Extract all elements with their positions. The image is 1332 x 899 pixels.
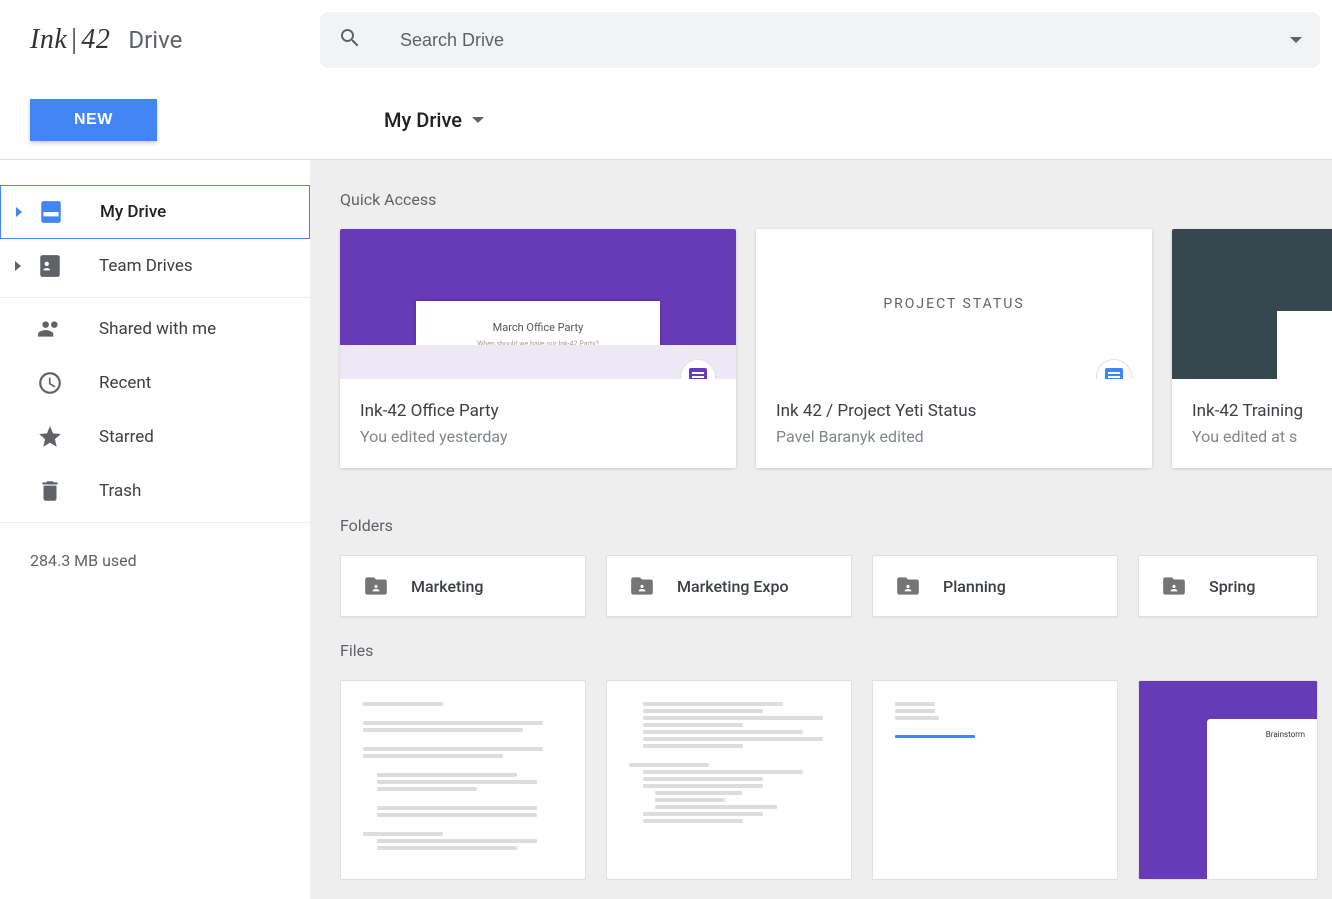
files-title: Files bbox=[340, 641, 1332, 660]
card-subtitle: You edited yesterday bbox=[360, 427, 716, 446]
new-button[interactable]: NEW bbox=[30, 99, 157, 141]
shared-icon bbox=[35, 314, 65, 344]
shared-folder-icon bbox=[895, 573, 921, 599]
star-icon bbox=[35, 422, 65, 452]
folder-label: Planning bbox=[943, 577, 1006, 596]
shared-folder-icon bbox=[629, 573, 655, 599]
expand-arrow-icon bbox=[15, 261, 21, 271]
chevron-down-icon bbox=[472, 117, 484, 123]
quick-access-card[interactable]: Ink-42 Training You edited at s bbox=[1172, 229, 1332, 468]
trash-icon bbox=[35, 476, 65, 506]
file-thumbnail: March Office Party When should we have o… bbox=[340, 229, 736, 379]
sidebar-item-label: Trash bbox=[99, 481, 141, 501]
file-card[interactable] bbox=[606, 680, 852, 880]
file-card[interactable] bbox=[872, 680, 1118, 880]
quick-access-title: Quick Access bbox=[340, 190, 1332, 209]
search-bar[interactable] bbox=[320, 12, 1320, 68]
content-area: Quick Access March Office Party When sho… bbox=[310, 160, 1332, 899]
sidebar-item-team-drives[interactable]: Team Drives bbox=[0, 239, 310, 293]
sidebar-item-shared[interactable]: Shared with me bbox=[0, 302, 310, 356]
sidebar-item-trash[interactable]: Trash bbox=[0, 464, 310, 518]
shared-folder-icon bbox=[363, 573, 389, 599]
sidebar-item-label: Team Drives bbox=[99, 256, 193, 276]
folder-card[interactable]: Marketing Expo bbox=[606, 555, 852, 617]
sidebar-item-recent[interactable]: Recent bbox=[0, 356, 310, 410]
toolbar: NEW My Drive bbox=[0, 80, 1332, 160]
sidebar-item-label: Shared with me bbox=[99, 319, 216, 339]
sidebar-item-starred[interactable]: Starred bbox=[0, 410, 310, 464]
file-thumbnail: PROJECT STATUS bbox=[756, 229, 1152, 379]
app-name: Drive bbox=[128, 26, 182, 54]
folder-label: Marketing bbox=[411, 577, 483, 596]
folder-label: Marketing Expo bbox=[677, 577, 789, 596]
drive-icon bbox=[36, 197, 66, 227]
card-title: Ink-42 Office Party bbox=[360, 401, 716, 421]
sidebar-item-label: Starred bbox=[99, 427, 154, 447]
breadcrumb-dropdown[interactable]: My Drive bbox=[310, 108, 484, 132]
folder-card[interactable]: Marketing bbox=[340, 555, 586, 617]
logo-area: Ink|42 Drive bbox=[30, 24, 320, 56]
quick-access-card[interactable]: PROJECT STATUS Ink 42 / Project Yeti Sta… bbox=[756, 229, 1152, 468]
expand-arrow-icon bbox=[16, 207, 22, 217]
quick-access-card[interactable]: March Office Party When should we have o… bbox=[340, 229, 736, 468]
card-subtitle: Pavel Baranyk edited bbox=[776, 427, 1132, 446]
app-header: Ink|42 Drive bbox=[0, 0, 1332, 80]
search-icon bbox=[338, 26, 362, 54]
folders-title: Folders bbox=[340, 516, 1332, 535]
team-drives-icon bbox=[35, 251, 65, 281]
storage-usage: 284.3 MB used bbox=[0, 527, 310, 594]
folder-label: Spring bbox=[1209, 577, 1255, 596]
shared-folder-icon bbox=[1161, 573, 1187, 599]
file-card[interactable] bbox=[340, 680, 586, 880]
sidebar-item-label: My Drive bbox=[100, 202, 166, 222]
sidebar-item-my-drive[interactable]: My Drive bbox=[0, 185, 310, 239]
sidebar: My Drive Team Drives Shared with me Rece… bbox=[0, 160, 310, 899]
file-thumbnail bbox=[1172, 229, 1332, 379]
breadcrumb-label: My Drive bbox=[384, 108, 462, 132]
forms-icon bbox=[680, 359, 716, 379]
docs-icon bbox=[1096, 359, 1132, 379]
file-card[interactable]: Brainstorm bbox=[1138, 680, 1318, 880]
card-title: Ink-42 Training bbox=[1192, 401, 1332, 421]
brainstorm-label: Brainstorm bbox=[1266, 729, 1305, 741]
card-subtitle: You edited at s bbox=[1192, 427, 1332, 446]
search-options-dropdown-icon[interactable] bbox=[1290, 37, 1302, 43]
sidebar-item-label: Recent bbox=[99, 373, 151, 393]
recent-icon bbox=[35, 368, 65, 398]
search-input[interactable] bbox=[400, 30, 1290, 51]
card-title: Ink 42 / Project Yeti Status bbox=[776, 401, 1132, 421]
brand-logo: Ink|42 bbox=[30, 24, 110, 56]
folder-card[interactable]: Spring bbox=[1138, 555, 1318, 617]
folder-card[interactable]: Planning bbox=[872, 555, 1118, 617]
